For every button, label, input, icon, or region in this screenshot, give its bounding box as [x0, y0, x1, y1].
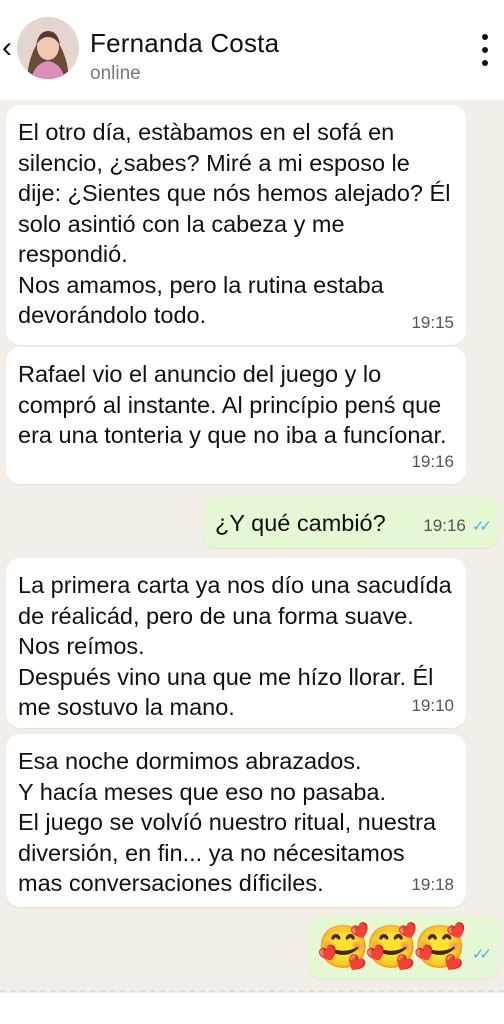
- message-list[interactable]: El otro día, estàbamos en el sofá en sil…: [0, 100, 504, 993]
- message-bubble-incoming[interactable]: Rafael vio el anuncio del juego y lo com…: [6, 347, 466, 484]
- message-bubble-incoming[interactable]: Esa noche dormimos abrazados. Y hacía me…: [6, 734, 466, 907]
- message-meta: 19:16 ✓✓: [423, 516, 492, 537]
- message-bubble-outgoing[interactable]: 🥰🥰🥰 ✓✓: [307, 915, 499, 979]
- chevron-left-icon[interactable]: ‹: [0, 30, 14, 66]
- message-meta: ✓✓: [466, 944, 492, 965]
- chat-header: ‹ Fernanda Costa online: [0, 0, 504, 101]
- message-bubble-outgoing[interactable]: ¿Y qué cambió? 19:16 ✓✓: [203, 496, 499, 548]
- message-text: La primera carta ya nos dío una sacudída…: [18, 572, 452, 720]
- message-text: Esa noche dormimos abrazados. Y hacía me…: [18, 748, 437, 896]
- message-time: 19:16: [411, 452, 454, 471]
- message-time: 19:10: [411, 696, 454, 715]
- message-bubble-incoming[interactable]: La primera carta ya nos dío una sacudída…: [6, 558, 466, 728]
- message-text: Rafael vio el anuncio del juego y lo com…: [18, 361, 447, 448]
- message-bubble-incoming[interactable]: El otro día, estàbamos en el sofá en sil…: [6, 105, 466, 345]
- contact-name[interactable]: Fernanda Costa: [90, 28, 279, 59]
- emoji-message: 🥰🥰🥰: [317, 923, 466, 970]
- read-receipt-icon: ✓✓: [471, 946, 492, 963]
- avatar-image: [17, 17, 79, 79]
- message-time: 19:15: [411, 313, 454, 332]
- read-receipt-icon: ✓✓: [471, 518, 492, 535]
- contact-status: online: [90, 63, 141, 84]
- message-time: 19:18: [411, 875, 454, 894]
- message-text: El otro día, estàbamos en el sofá en sil…: [18, 119, 451, 328]
- more-vertical-icon[interactable]: [480, 34, 490, 70]
- message-text: ¿Y qué cambió?: [215, 510, 386, 536]
- divider: [0, 990, 504, 995]
- message-time: 19:16: [423, 516, 466, 535]
- avatar[interactable]: [17, 17, 79, 79]
